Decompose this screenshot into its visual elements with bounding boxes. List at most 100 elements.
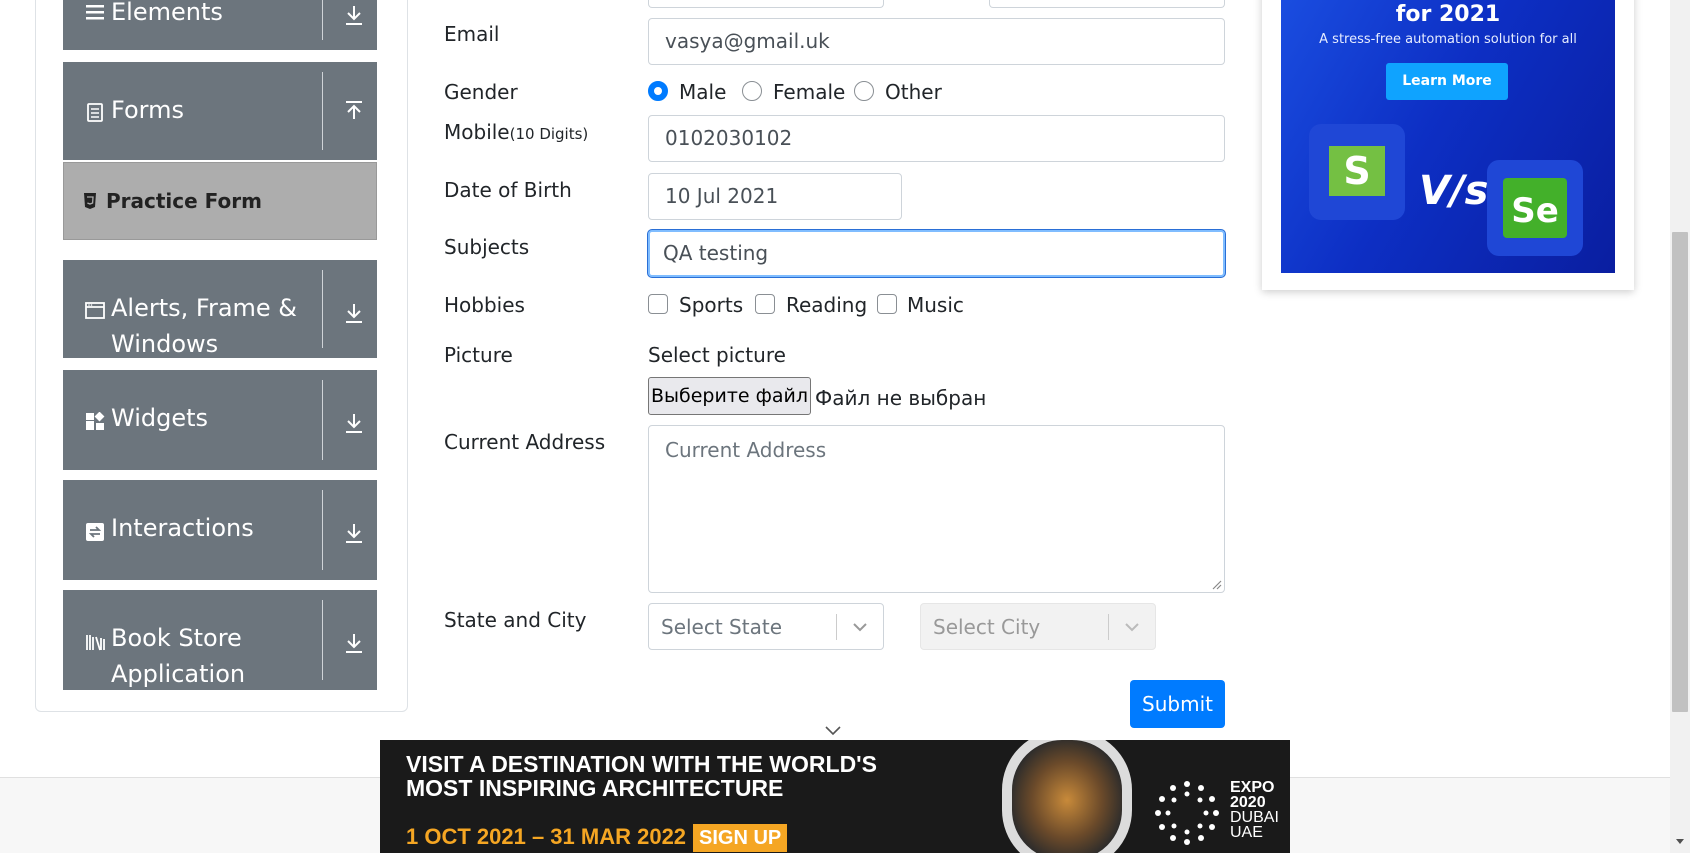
choose-file-button[interactable]: Выберите файл [648, 377, 811, 415]
banner-signup-button[interactable]: SIGN UP [693, 824, 788, 852]
select-picture-label: Select picture [648, 343, 786, 367]
email-label: Email [444, 22, 500, 46]
chevron-down-icon [853, 623, 867, 632]
first-name-input[interactable] [648, 0, 884, 8]
expo-text-line: DUBAI [1230, 809, 1279, 826]
file-status: Файл не выбран [815, 386, 987, 410]
sidebar-group-label: Widgets [111, 404, 209, 432]
hobby-label[interactable]: Reading [786, 293, 867, 317]
sidebar-group-label: Book Store Application [111, 624, 246, 688]
sidebar-item-label: Practice Form [106, 189, 262, 213]
resize-handle-icon[interactable] [1210, 578, 1222, 590]
scroll-down-arrow-icon[interactable] [1675, 836, 1685, 846]
sidebar-item-practice-form[interactable]: Practice Form [63, 162, 377, 240]
expo-text-line: UAE [1230, 824, 1263, 841]
gender-female-radio[interactable] [742, 81, 762, 101]
divider [322, 490, 323, 570]
download-arrow-icon[interactable] [343, 302, 365, 324]
state-placeholder: Select State [661, 615, 782, 639]
download-arrow-icon[interactable] [343, 522, 365, 544]
current-address-textarea[interactable]: Current Address [648, 425, 1225, 593]
email-field[interactable]: vasya@gmail.uk [648, 18, 1225, 65]
divider [322, 0, 323, 40]
sidebar-group-bookstore[interactable]: Book Store Application [63, 590, 377, 690]
ad-subtitle: A stress-free automation solution for al… [1319, 32, 1577, 47]
city-placeholder: Select City [933, 615, 1041, 639]
sidebar-group-elements[interactable]: Elements [63, 0, 377, 50]
sidebar-group-forms[interactable]: Forms [63, 62, 377, 160]
html5-icon [84, 193, 96, 209]
hobby-label[interactable]: Music [907, 293, 964, 317]
divider [322, 600, 323, 680]
divider [322, 380, 323, 460]
sidebar-group-widgets[interactable]: Widgets [63, 370, 377, 470]
divider [836, 614, 837, 640]
sidebar-group-alerts[interactable]: Alerts, Frame & Windows [63, 260, 377, 358]
submit-button[interactable]: Submit [1130, 680, 1225, 728]
gender-other-radio[interactable] [854, 81, 874, 101]
airplane-window-image [1002, 740, 1132, 853]
banner-headline: VISIT A DESTINATION WITH THE WORLD'S MOS… [406, 752, 877, 800]
expo-text-line: 2020 [1230, 794, 1266, 811]
widgets-icon [86, 412, 105, 430]
date-of-birth-input[interactable]: 10 Jul 2021 [648, 173, 902, 220]
katalon-logo: S [1309, 124, 1405, 220]
ad-versus-text: V/s [1419, 168, 1489, 214]
sidebar-group-label: Elements [111, 0, 223, 26]
hobby-music-checkbox[interactable] [877, 294, 897, 314]
last-name-input[interactable] [989, 0, 1225, 8]
download-arrow-icon[interactable] [343, 4, 365, 26]
interactions-icon [86, 523, 104, 541]
hobby-label[interactable]: Sports [679, 293, 743, 317]
sidebar-group-label: Alerts, Frame & Windows [111, 294, 298, 358]
expo-logo-text: EXPO 2020 DUBAI UAE [1230, 779, 1279, 841]
selenium-logo-mark: Se [1503, 178, 1567, 238]
address-placeholder: Current Address [665, 438, 827, 462]
sidebar-group-label: Forms [111, 96, 184, 124]
picture-label: Picture [444, 343, 513, 367]
banner-dates: 1 OCT 2021 – 31 MAR 2022 [406, 824, 687, 849]
katalon-logo-mark: S [1329, 146, 1385, 196]
state-city-label: State and City [444, 608, 587, 632]
download-arrow-icon[interactable] [343, 632, 365, 654]
expo-logo-icon [1155, 781, 1219, 845]
banner-line: MOST INSPIRING ARCHITECTURE [406, 775, 784, 801]
ad-title: for 2021 [1395, 2, 1501, 27]
gender-male-radio[interactable] [648, 81, 668, 101]
banner-line: VISIT A DESTINATION WITH THE WORLD'S [406, 751, 877, 777]
subjects-label: Subjects [444, 235, 530, 259]
divider [322, 270, 323, 348]
download-arrow-icon[interactable] [343, 412, 365, 434]
hobby-sports-checkbox[interactable] [648, 294, 668, 314]
divider [322, 72, 323, 150]
scrollbar-thumb[interactable] [1672, 232, 1688, 712]
upload-arrow-icon[interactable] [343, 100, 365, 122]
hobby-reading-checkbox[interactable] [755, 294, 775, 314]
list-icon [86, 5, 104, 20]
chevron-down-icon [1125, 623, 1139, 632]
expo-ad-banner[interactable]: VISIT A DESTINATION WITH THE WORLD'S MOS… [380, 740, 1290, 853]
gender-option-label[interactable]: Male [679, 80, 726, 104]
address-label: Current Address [444, 430, 606, 454]
sidebar-group-label: Interactions [111, 514, 254, 542]
ad-learn-more-button[interactable]: Learn More [1386, 63, 1508, 100]
window-icon [85, 302, 105, 319]
books-icon [86, 635, 105, 651]
ad-banner-katalon[interactable]: for 2021 A stress-free automation soluti… [1281, 0, 1615, 273]
sidebar-group-interactions[interactable]: Interactions [63, 480, 377, 580]
chevron-down-icon[interactable] [824, 723, 842, 737]
gender-option-label[interactable]: Female [773, 80, 845, 104]
state-select[interactable]: Select State [648, 603, 884, 650]
dob-label: Date of Birth [444, 178, 572, 202]
gender-option-label[interactable]: Other [885, 80, 942, 104]
subjects-input[interactable]: QA testing [648, 230, 1225, 277]
expo-text-line: EXPO [1230, 779, 1275, 796]
selenium-logo: Se [1487, 160, 1583, 256]
mobile-hint: (10 Digits) [509, 125, 589, 143]
hobbies-label: Hobbies [444, 293, 525, 317]
gender-label: Gender [444, 80, 518, 104]
form-icon [87, 103, 103, 122]
city-select[interactable]: Select City [920, 603, 1156, 650]
mobile-field[interactable]: 0102030102 [648, 115, 1225, 162]
divider [1108, 614, 1109, 640]
